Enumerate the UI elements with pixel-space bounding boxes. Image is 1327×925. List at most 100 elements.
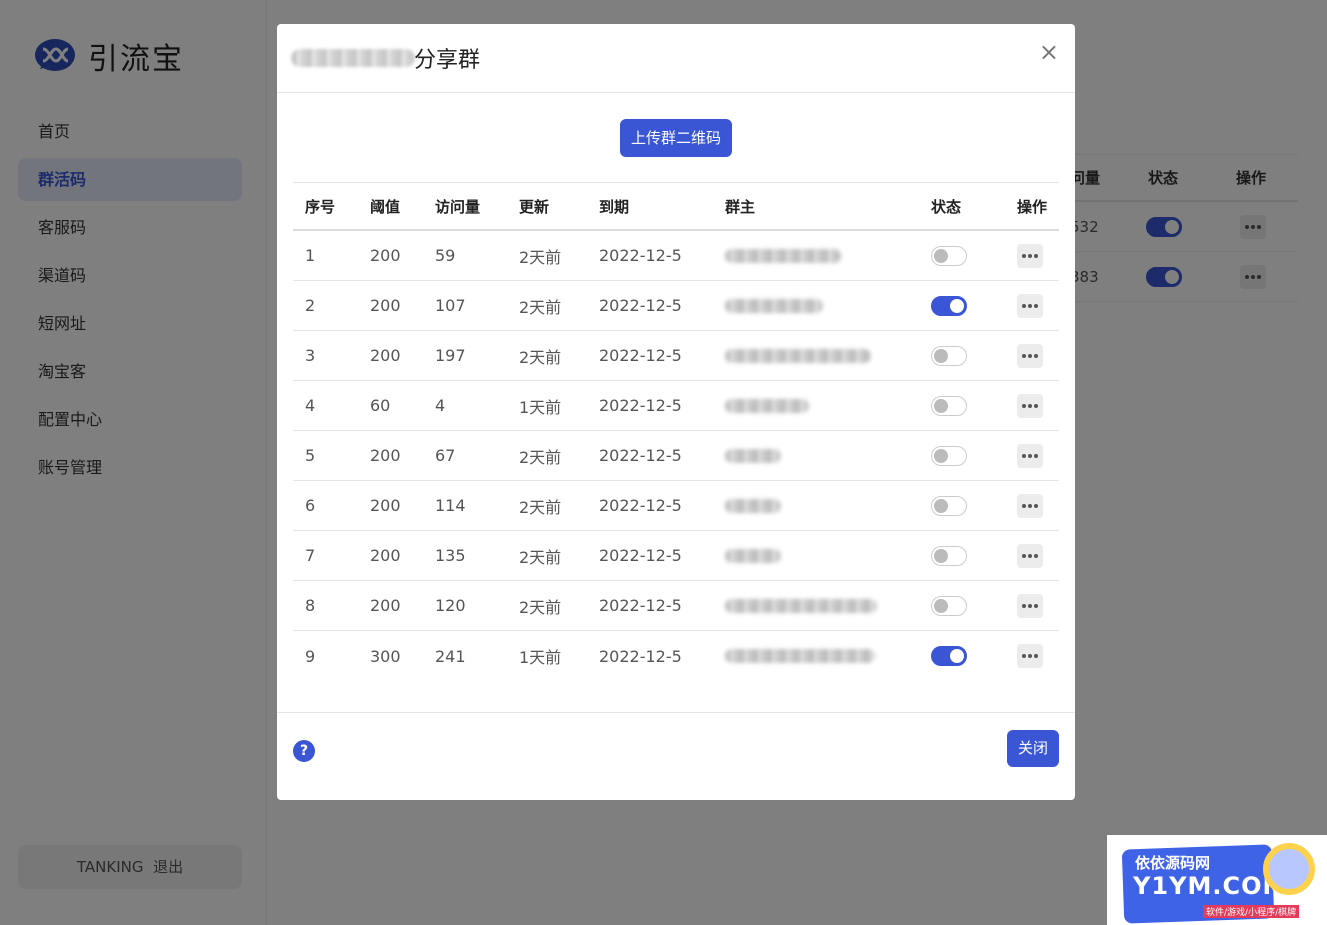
updated-cell: 2天前	[519, 297, 562, 317]
upload-qrcode-button[interactable]: 上传群二维码	[620, 119, 732, 157]
status-toggle[interactable]	[931, 395, 967, 416]
updated-cell: 1天前	[519, 648, 562, 667]
visits-cell: 59	[435, 246, 456, 265]
actions-cell	[1017, 431, 1043, 480]
modal-footer: ? 关闭	[277, 712, 1075, 800]
redacted-owner	[725, 348, 871, 363]
modal-header: 分享群 ×	[277, 24, 1075, 93]
redacted-owner	[725, 598, 877, 613]
redacted-owner	[725, 448, 781, 463]
table-row: 7 200 135 2天前 2022-12-5	[293, 531, 1059, 581]
owner-cell	[725, 581, 877, 630]
close-icon[interactable]: ×	[1039, 40, 1059, 64]
status-toggle[interactable]	[931, 345, 967, 366]
redacted-owner	[725, 398, 809, 413]
threshold-cell: 300	[370, 646, 401, 666]
more-actions-button[interactable]	[1017, 243, 1043, 268]
group-qrcode-modal: 分享群 × 上传群二维码 序号 阈值 访问量 更新 到期 群主 状态 操作 12…	[277, 24, 1075, 800]
visits-cell: 120	[435, 596, 466, 615]
index-cell: 4	[305, 396, 316, 415]
updated-cell: 2天前	[519, 497, 562, 517]
threshold-cell: 200	[370, 246, 401, 265]
status-toggle[interactable]	[931, 545, 967, 566]
status-toggle[interactable]	[931, 595, 967, 616]
status-toggle[interactable]	[931, 646, 967, 666]
column-header-updated: 更新	[519, 197, 550, 216]
owner-cell	[725, 331, 871, 380]
table-row: 9 300 241 1天前 2022-12-5	[293, 631, 1059, 681]
more-actions-button[interactable]	[1017, 343, 1043, 368]
actions-cell	[1017, 381, 1043, 430]
actions-cell	[1017, 531, 1043, 580]
actions-cell	[1017, 331, 1043, 380]
column-header-threshold: 阈值	[370, 197, 401, 216]
more-actions-button[interactable]	[1017, 393, 1043, 418]
watermark-text: 软件/游戏/小程序/棋牌	[1203, 905, 1300, 918]
more-actions-button[interactable]	[1017, 443, 1043, 468]
actions-cell	[1017, 481, 1043, 530]
expires-cell: 2022-12-5	[599, 346, 682, 365]
more-actions-button[interactable]	[1017, 644, 1043, 668]
threshold-cell: 200	[370, 296, 401, 315]
updated-cell: 2天前	[519, 547, 562, 567]
column-header-index: 序号	[305, 197, 336, 216]
status-cell	[931, 281, 967, 330]
status-cell	[931, 581, 967, 630]
watermark-text: 依依源码网	[1135, 854, 1211, 872]
column-header-visits: 访问量	[435, 197, 481, 216]
more-actions-button[interactable]	[1017, 593, 1043, 618]
updated-cell: 1天前	[519, 397, 562, 417]
status-cell	[931, 231, 967, 280]
table-row: 6 200 114 2天前 2022-12-5	[293, 481, 1059, 531]
threshold-cell: 200	[370, 596, 401, 615]
redacted-owner	[725, 248, 841, 263]
magnifier-icon	[1263, 843, 1315, 895]
updated-cell: 2天前	[519, 347, 562, 367]
close-button[interactable]: 关闭	[1007, 730, 1059, 767]
actions-cell	[1017, 581, 1043, 630]
index-cell: 7	[305, 546, 316, 565]
owner-cell	[725, 481, 781, 530]
more-actions-button[interactable]	[1017, 293, 1043, 318]
status-toggle[interactable]	[931, 295, 967, 316]
status-toggle[interactable]	[931, 445, 967, 466]
column-header-owner: 群主	[725, 197, 756, 216]
help-icon[interactable]: ?	[293, 740, 315, 762]
threshold-cell: 60	[370, 396, 391, 415]
visits-cell: 4	[435, 396, 446, 415]
redacted-owner	[725, 498, 781, 513]
status-cell	[931, 381, 967, 430]
updated-cell: 2天前	[519, 597, 562, 617]
table-row: 2 200 107 2天前 2022-12-5	[293, 281, 1059, 331]
expires-cell: 2022-12-5	[599, 646, 682, 666]
visits-cell: 107	[435, 296, 466, 315]
owner-cell	[725, 431, 781, 480]
column-header-actions: 操作	[1017, 197, 1048, 216]
status-cell	[931, 481, 967, 530]
index-cell: 3	[305, 346, 316, 365]
table-row: 1 200 59 2天前 2022-12-5	[293, 231, 1059, 281]
table-body: 1 200 59 2天前 2022-12-5 2 200 107 2天前 2022-12-5 3 20…	[293, 231, 1059, 681]
more-actions-button[interactable]	[1017, 543, 1043, 568]
more-actions-button[interactable]	[1017, 493, 1043, 518]
column-header-expires: 到期	[599, 197, 630, 216]
status-cell	[931, 431, 967, 480]
index-cell: 5	[305, 446, 316, 465]
index-cell: 6	[305, 496, 316, 515]
threshold-cell: 200	[370, 346, 401, 365]
threshold-cell: 200	[370, 446, 401, 465]
table-row: 4 60 4 1天前 2022-12-5	[293, 381, 1059, 431]
visits-cell: 114	[435, 496, 466, 515]
redacted-owner	[725, 649, 875, 663]
table-row: 3 200 197 2天前 2022-12-5	[293, 331, 1059, 381]
status-toggle[interactable]	[931, 495, 967, 516]
status-toggle[interactable]	[931, 245, 967, 266]
redacted-owner	[725, 298, 823, 313]
owner-cell	[725, 531, 781, 580]
threshold-cell: 200	[370, 496, 401, 515]
qrcode-table: 序号 阈值 访问量 更新 到期 群主 状态 操作 1 200 59 2天前 2022-1…	[293, 182, 1059, 681]
watermark-logo: 依依源码网 Y1YM.COM 软件/游戏/小程序/棋牌	[1107, 835, 1327, 925]
modal-title: 分享群	[414, 48, 481, 73]
owner-cell	[725, 381, 809, 430]
index-cell: 2	[305, 296, 316, 315]
